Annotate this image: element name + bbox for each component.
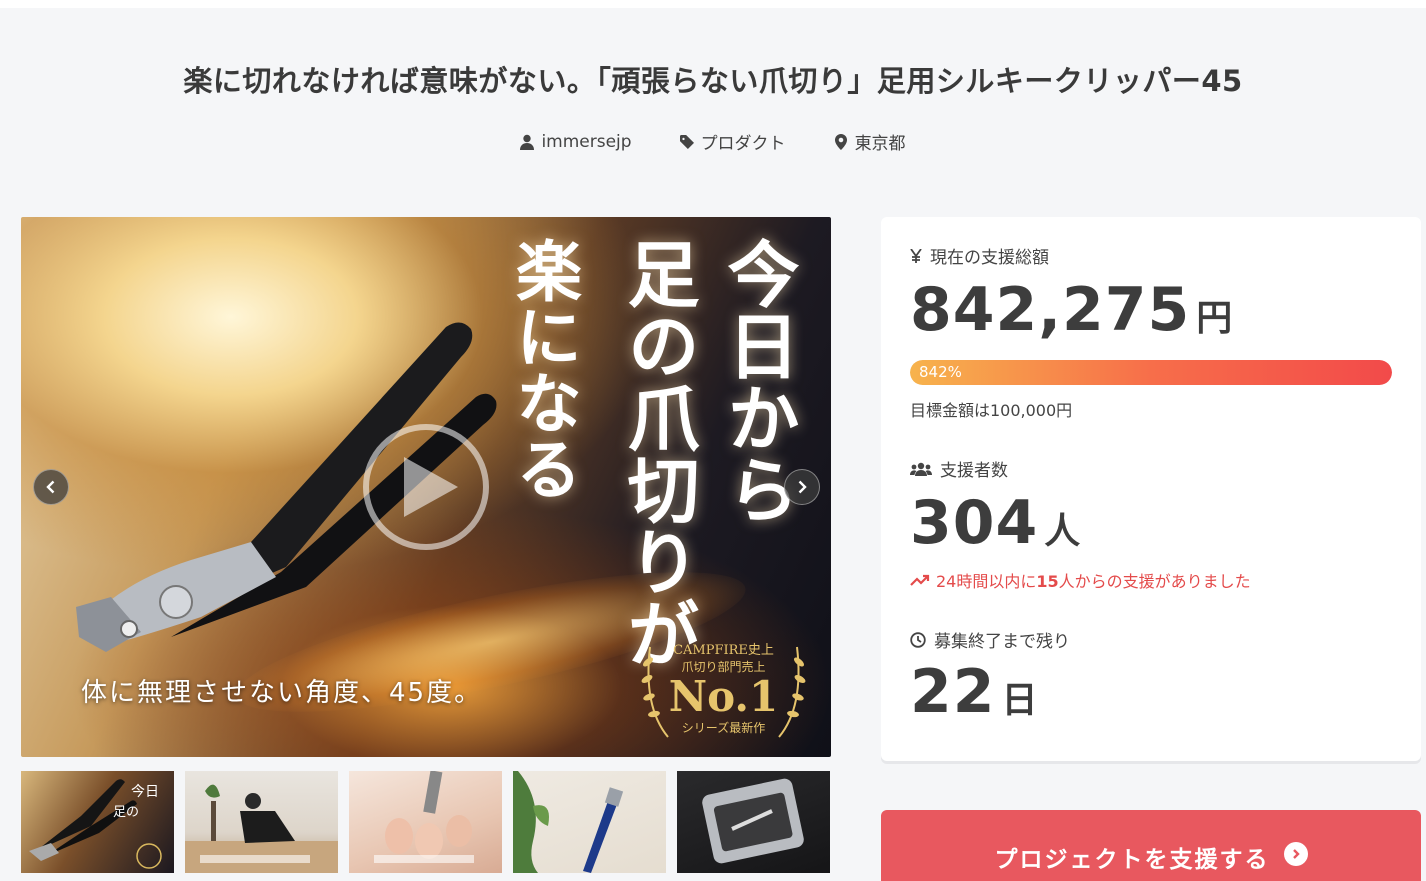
support-button-label: プロジェクトを支援する [994, 847, 1270, 873]
remaining-days: 22 日 [910, 657, 1038, 727]
clock-icon [910, 631, 926, 648]
laurel-icon [778, 646, 806, 738]
hero-text-line-2: 足の爪切りが [615, 237, 700, 669]
category-item[interactable]: プロダクト [679, 129, 786, 154]
supporters-count-value: 304 [910, 488, 1039, 558]
total-amount: 842,275 円 [910, 275, 1232, 345]
funding-progress-bar: 842% [910, 360, 1392, 385]
supporters-count-unit: 人 [1044, 511, 1081, 552]
thumbnail-image [185, 784, 338, 873]
hero-video[interactable]: 今日から 足の爪切りが 楽になる 体に無理させない角度、45度。 CAMPFIR… [21, 217, 831, 757]
top-bar [0, 0, 1426, 8]
location-link[interactable]: 東京都 [855, 129, 906, 154]
remaining-label: 募集終了まで残り [910, 627, 1070, 652]
supporters-count: 304 人 [910, 488, 1080, 558]
play-icon [404, 457, 458, 517]
funding-stats-card: 現在の支援総額 842,275 円 842% 目標金額は100,000円 支援者数… [881, 217, 1421, 761]
carousel-prev-button[interactable] [33, 469, 69, 505]
owner-link[interactable]: immersejp [541, 132, 631, 152]
total-label: 現在の支援総額 [910, 243, 1049, 268]
recent-support-trend: 24時間以内に15人からの支援がありました [910, 568, 1251, 592]
remaining-days-unit: 日 [1001, 680, 1038, 721]
support-project-button[interactable]: プロジェクトを支援する [881, 810, 1421, 881]
svg-text:今日: 今日 [131, 784, 159, 800]
thumbnail-2[interactable] [185, 771, 338, 873]
thumbnail-image [702, 778, 804, 864]
thumbnail-4[interactable] [513, 771, 666, 873]
thumbnail-5[interactable] [677, 771, 830, 873]
thumbnail-3[interactable] [349, 771, 502, 873]
progress-fill: 842% [910, 360, 1392, 385]
ranking-badge: CAMPFIRE史上 爪切り部門売上 No.1 シリーズ最新作 [636, 637, 811, 747]
owner-item[interactable]: immersejp [520, 129, 632, 154]
total-label-text: 現在の支援総額 [930, 248, 1049, 268]
page-title: 楽に切れなければ意味がない。「頑張らない爪切り」足用シルキークリッパー45 [183, 64, 1243, 98]
thumbnail-1[interactable]: 今日 足の [21, 771, 174, 873]
yen-icon [910, 248, 922, 263]
map-pin-icon [834, 133, 847, 150]
thumbnail-image [374, 771, 474, 863]
hero-text-line-1: 今日から [715, 237, 800, 525]
users-icon [910, 462, 932, 476]
hero-text-line-3: 楽になる [505, 237, 583, 501]
trend-count: 15 [1036, 572, 1059, 591]
arrow-right-circle-icon [1283, 842, 1308, 866]
trending-up-icon [910, 574, 930, 586]
supporters-label-text: 支援者数 [940, 461, 1008, 481]
goal-amount: 目標金額は100,000円 [910, 401, 1073, 420]
total-amount-unit: 円 [1196, 298, 1233, 339]
supporters-label: 支援者数 [910, 456, 1008, 481]
chevron-right-icon [798, 480, 807, 494]
laurel-icon [641, 646, 669, 738]
hero-caption: 体に無理させない角度、45度。 [81, 678, 483, 708]
trend-prefix: 24時間以内に [936, 572, 1037, 591]
project-meta: immersejp プロダクト 東京都 [0, 129, 1426, 154]
user-icon [520, 134, 535, 150]
thumbnail-image: 今日 足の [29, 779, 162, 869]
trend-suffix: 人からの支援がありました [1058, 572, 1251, 591]
carousel-next-button[interactable] [784, 469, 820, 505]
svg-text:足の: 足の [113, 805, 139, 820]
category-link[interactable]: プロダクト [701, 129, 786, 154]
location-item[interactable]: 東京都 [834, 129, 906, 154]
play-button[interactable] [363, 424, 489, 550]
thumbnail-image [513, 771, 624, 873]
chevron-left-icon [46, 480, 55, 494]
remaining-days-value: 22 [910, 657, 996, 727]
thumbnail-strip: 今日 足の [21, 771, 830, 873]
total-amount-value: 842,275 [910, 275, 1191, 345]
tag-icon [679, 134, 694, 149]
remaining-label-text: 募集終了まで残り [934, 632, 1070, 652]
